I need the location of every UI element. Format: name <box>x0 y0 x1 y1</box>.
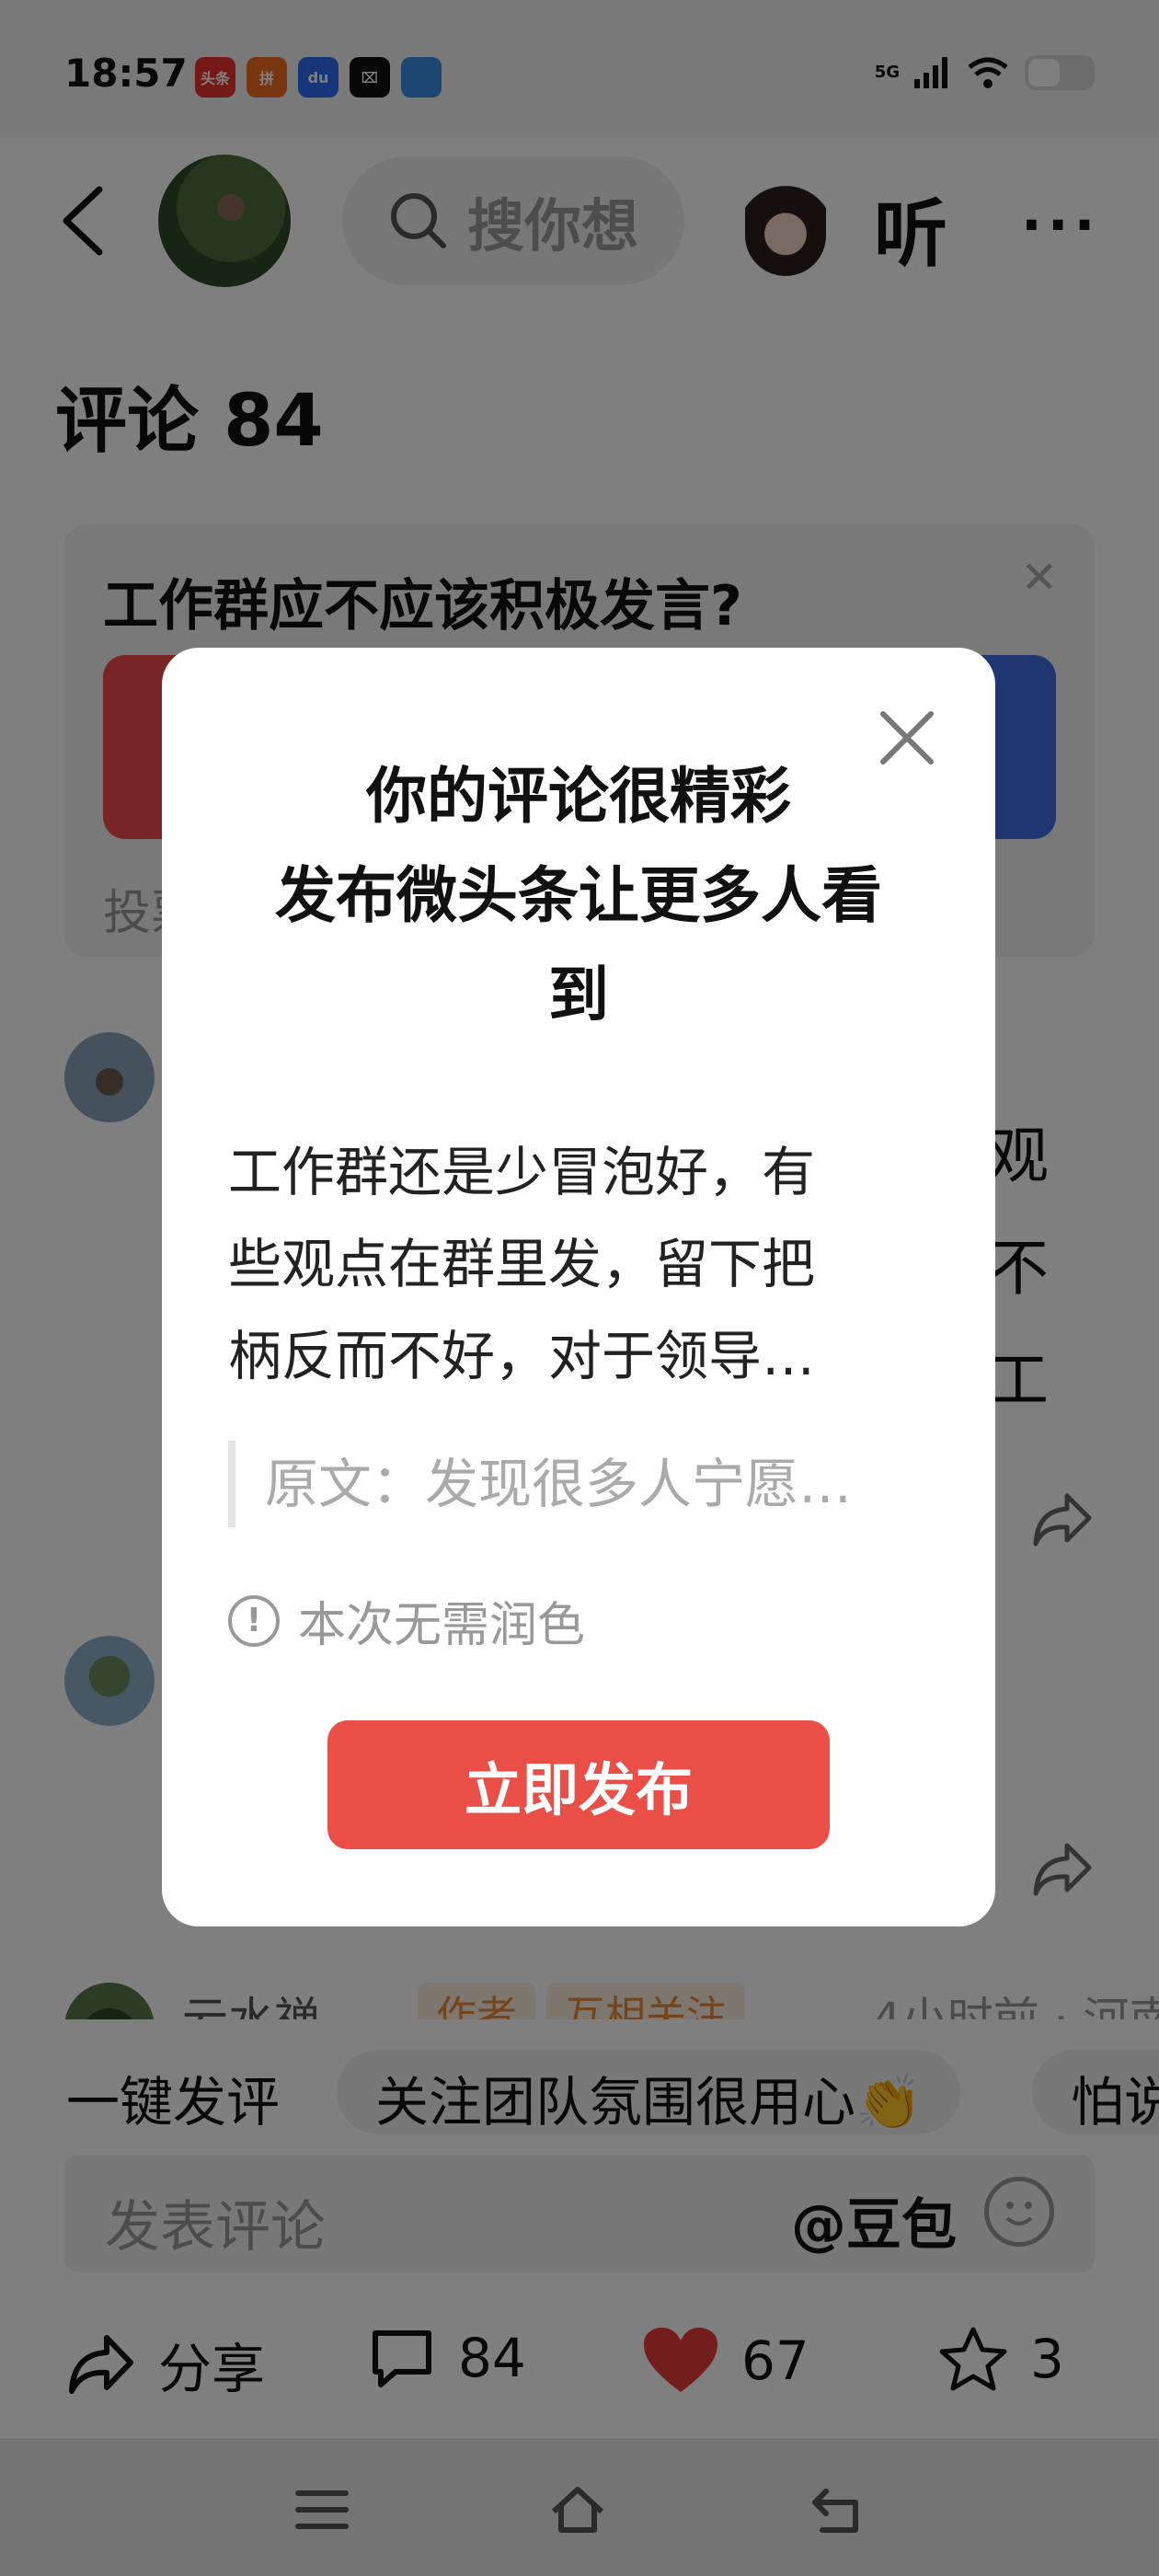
polish-note-text: 本次无需润色 <box>298 1598 586 1653</box>
info-icon: ! <box>228 1594 280 1647</box>
publish-prompt-dialog: 你的评论很精彩 发布微头条让更多人看 到 工作群还是少冒泡好，有 些观点在群里发… <box>162 648 995 1926</box>
original-quote: 原文：发现很多人宁愿… <box>228 1441 900 1527</box>
polish-note: ! 本次无需润色 <box>228 1586 585 1655</box>
publish-now-button[interactable]: 立即发布 <box>327 1720 830 1849</box>
comment-preview: 工作群还是少冒泡好，有 些观点在群里发，留下把 柄反而不好，对于领导… <box>228 1141 816 1387</box>
dialog-title: 你的评论很精彩 发布微头条让更多人看 到 <box>275 761 882 1030</box>
